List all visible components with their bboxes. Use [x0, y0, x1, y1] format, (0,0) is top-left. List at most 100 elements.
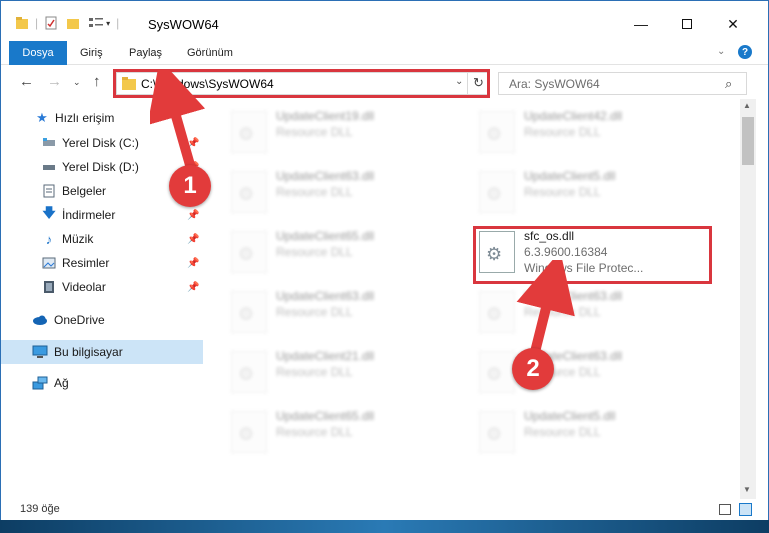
up-arrow-icon[interactable]: ↑ — [93, 73, 101, 90]
file-item[interactable]: ⚙ UpdateClient63.dll Resource DLL — [229, 287, 449, 341]
scroll-up-icon[interactable]: ▲ — [743, 101, 751, 110]
help-icon[interactable]: ? — [738, 45, 752, 59]
downloads-icon: 🡇 — [42, 205, 56, 220]
sidebar-item-label: Ağ — [54, 376, 69, 390]
file-type: Resource DLL — [276, 365, 353, 379]
vertical-scrollbar[interactable]: ▲ ▼ — [740, 99, 756, 499]
search-box[interactable]: Ara: SysWOW64 ⌕ — [498, 72, 747, 95]
sidebar-item-label: Videolar — [62, 280, 106, 294]
gear-icon: ⚙ — [238, 304, 255, 324]
file-type: Resource DLL — [276, 185, 353, 199]
file-item[interactable]: ⚙ UpdateClient63.dll Resource DLL — [229, 167, 449, 221]
window-title: SysWOW64 — [148, 17, 219, 32]
gear-icon: ⚙ — [238, 364, 255, 384]
file-type: Resource DLL — [276, 245, 353, 259]
file-item[interactable]: ⚙ UpdateClient63.dll Resource DLL — [477, 287, 697, 341]
pin-icon[interactable]: 📌 — [187, 234, 199, 245]
details-view-icon[interactable] — [719, 504, 731, 515]
file-type: Resource DLL — [276, 125, 353, 139]
videos-icon — [41, 279, 57, 295]
file-item[interactable]: ⚙ UpdateClient19.dll Resource DLL — [229, 107, 449, 161]
computer-icon — [32, 344, 48, 360]
toolbar-divider: | — [35, 16, 39, 30]
pin-icon[interactable]: 📌 — [187, 282, 199, 293]
network-icon — [32, 375, 48, 391]
drive-icon — [41, 135, 57, 151]
drive-icon — [41, 159, 57, 175]
file-highlight-box — [473, 226, 712, 284]
scroll-down-icon[interactable]: ▼ — [743, 485, 751, 494]
properties-icon[interactable] — [44, 16, 58, 30]
star-icon: ★ — [36, 110, 48, 125]
expand-ribbon-icon[interactable]: ⌄ — [717, 46, 725, 57]
tab-view[interactable]: Görünüm — [187, 41, 233, 65]
sidebar-item-label: Yerel Disk (D:) — [62, 160, 139, 174]
dll-file-icon: ⚙ — [231, 231, 267, 273]
cloud-icon — [32, 312, 48, 328]
file-item[interactable]: ⚙ UpdateClient5.dll Resource DLL — [477, 407, 697, 461]
sidebar-item-videos[interactable]: Videolar 📌 — [1, 276, 203, 298]
file-name: UpdateClient65.dll — [276, 409, 375, 423]
file-list: ⚙ UpdateClient19.dll Resource DLL ⚙ Upda… — [205, 99, 740, 499]
maximize-button[interactable] — [664, 9, 710, 39]
dropdown-arrow-icon[interactable]: ▾ — [106, 19, 110, 28]
dll-file-icon: ⚙ — [479, 351, 515, 393]
folder-icon[interactable] — [15, 16, 29, 30]
title-bar: | ▾ | SysWOW64 — ✕ — [1, 1, 768, 41]
maximize-icon — [682, 19, 692, 29]
scrollbar-thumb[interactable] — [742, 117, 754, 165]
file-name: UpdateClient5.dll — [524, 169, 616, 183]
minimize-button[interactable]: — — [618, 9, 664, 39]
pin-icon[interactable]: 📌 — [187, 258, 199, 269]
dll-file-icon: ⚙ — [231, 171, 267, 213]
forward-arrow-icon[interactable]: → — [47, 73, 62, 90]
file-name: UpdateClient63.dll — [276, 169, 375, 183]
sidebar-item-this-pc[interactable]: Bu bilgisayar — [1, 340, 203, 364]
file-item[interactable]: ⚙ UpdateClient21.dll Resource DLL — [229, 347, 449, 401]
music-icon: ♪ — [45, 231, 53, 247]
file-item[interactable]: ⚙ UpdateClient65.dll Resource DLL — [229, 227, 449, 281]
tab-share[interactable]: Paylaş — [129, 41, 162, 65]
pictures-icon — [41, 255, 57, 271]
view-options-icon[interactable] — [88, 16, 104, 30]
documents-icon — [41, 183, 57, 199]
sidebar-item-music[interactable]: ♪ Müzik 📌 — [1, 228, 203, 250]
search-icon[interactable]: ⌕ — [725, 76, 732, 92]
search-placeholder[interactable]: Ara: SysWOW64 — [509, 77, 600, 91]
navigation-bar: ← → ⌄ ↑ C:\Windows\SysWOW64 ⌄ ↻ Ara: Sys… — [1, 65, 768, 99]
dll-file-icon: ⚙ — [479, 291, 515, 333]
sidebar-item-onedrive[interactable]: OneDrive — [1, 309, 203, 331]
toolbar-divider: | — [116, 16, 120, 30]
gear-icon: ⚙ — [238, 124, 255, 144]
file-item[interactable]: ⚙ UpdateClient42.dll Resource DLL — [477, 107, 697, 161]
sidebar-item-label: İndirmeler — [62, 208, 116, 222]
sidebar-item-pictures[interactable]: Resimler 📌 — [1, 252, 203, 274]
file-type: Resource DLL — [276, 425, 353, 439]
tab-home[interactable]: Giriş — [80, 41, 103, 65]
file-type: Resource DLL — [524, 185, 601, 199]
file-item[interactable]: ⚙ UpdateClient5.dll Resource DLL — [477, 167, 697, 221]
file-name: UpdateClient5.dll — [524, 409, 616, 423]
file-item[interactable]: ⚙ UpdateClient65.dll Resource DLL — [229, 407, 449, 461]
back-arrow-icon[interactable]: ← — [19, 73, 34, 90]
close-icon: ✕ — [727, 15, 739, 32]
desktop-background — [0, 520, 769, 533]
sidebar-item-label: Resimler — [62, 256, 110, 270]
step-1-badge: 1 — [169, 165, 211, 207]
file-type: Resource DLL — [524, 425, 601, 439]
large-icons-view-icon[interactable] — [739, 503, 752, 516]
minimize-icon: — — [634, 16, 648, 32]
gear-icon: ⚙ — [486, 124, 503, 144]
sidebar-item-downloads[interactable]: 🡇 İndirmeler 📌 — [1, 204, 203, 226]
recent-locations-icon[interactable]: ⌄ — [73, 77, 81, 88]
gear-icon: ⚙ — [486, 424, 503, 444]
dll-file-icon: ⚙ — [231, 291, 267, 333]
sidebar-item-label: Hızlı erişim — [55, 111, 115, 125]
file-item[interactable]: ⚙ UpdateClient63.dll Resource DLL — [477, 347, 697, 401]
sidebar-item-network[interactable]: Ağ — [1, 372, 203, 394]
close-button[interactable]: ✕ — [710, 9, 756, 39]
pin-icon[interactable]: 📌 — [187, 210, 199, 221]
sidebar-item-label: Belgeler — [62, 184, 107, 198]
new-folder-icon[interactable] — [66, 16, 80, 30]
sidebar-item-label: OneDrive — [54, 313, 105, 327]
